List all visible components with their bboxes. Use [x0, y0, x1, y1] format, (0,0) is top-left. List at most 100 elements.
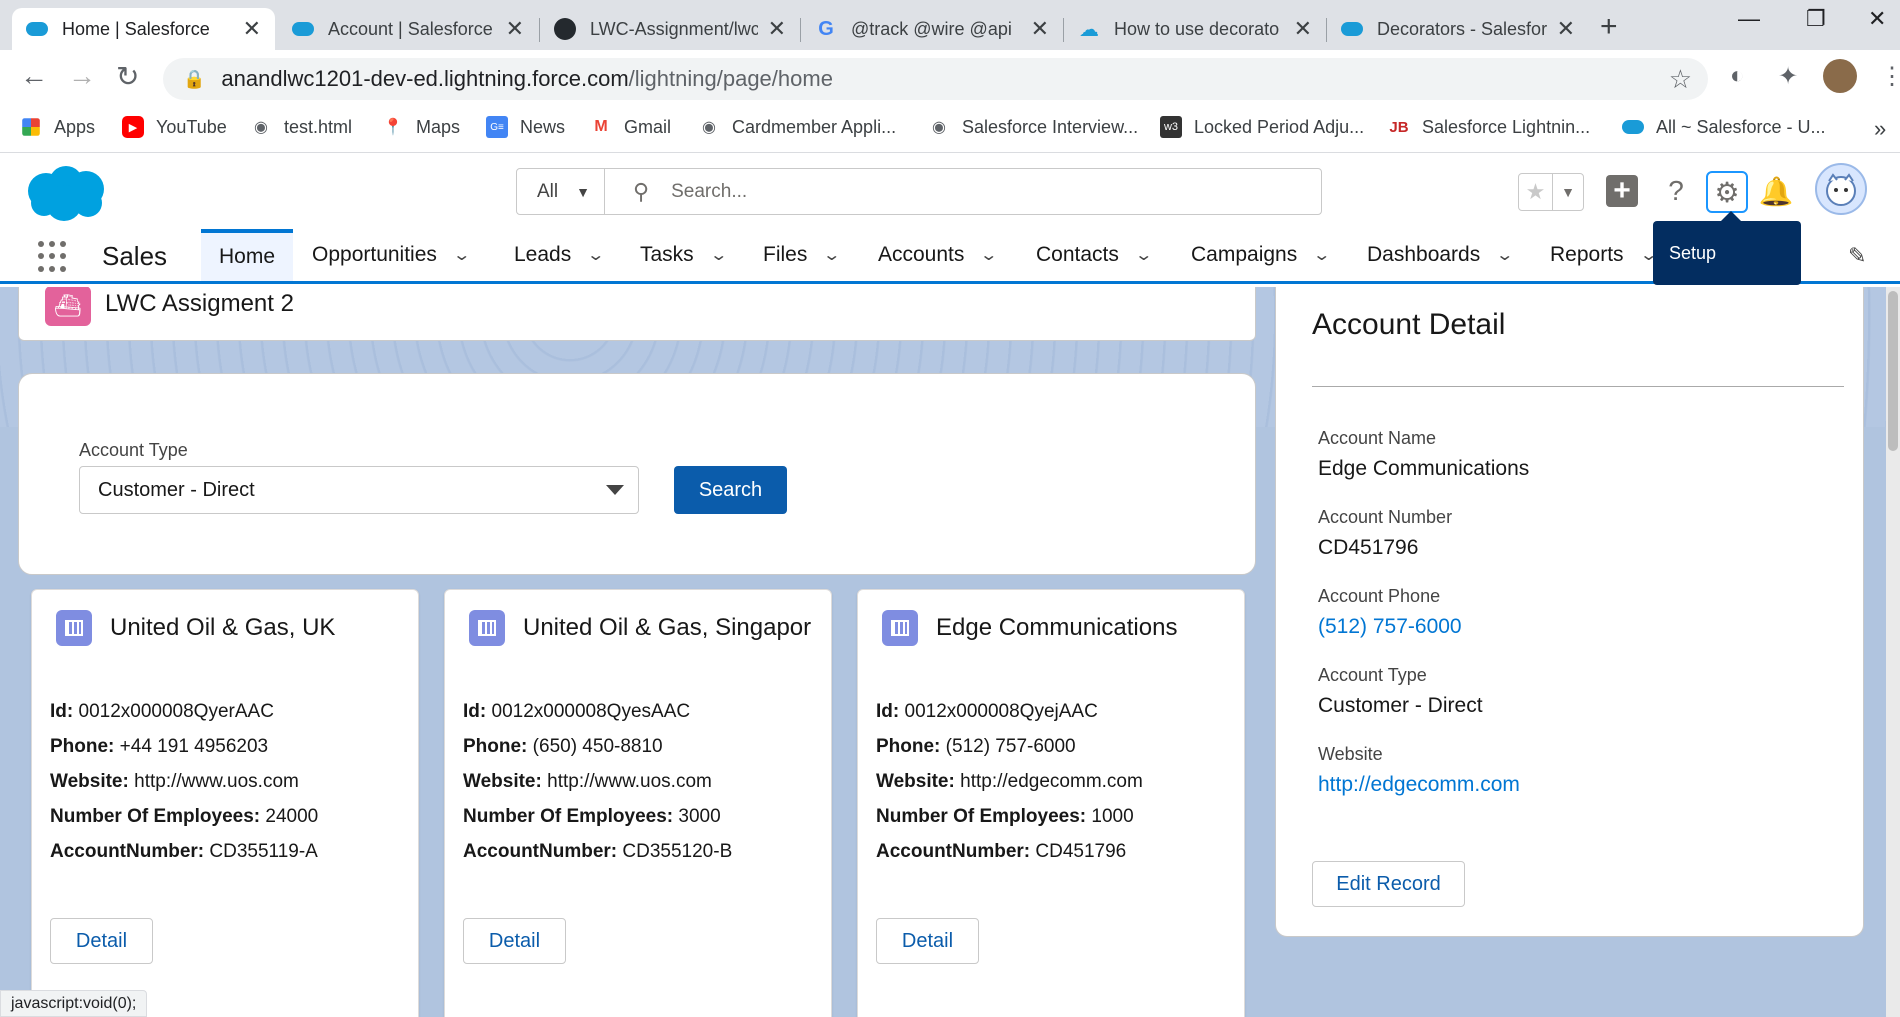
tab-title: How to use decorato — [1114, 18, 1280, 39]
search-input[interactable]: ⚲ Search... — [605, 169, 1321, 214]
salesforce-cloud-icon — [292, 18, 314, 40]
notifications-bell-icon[interactable]: 🔔 — [1756, 171, 1796, 211]
bookmark-youtube[interactable]: ▶ YouTube — [122, 116, 227, 138]
chevron-down-icon[interactable]: ⌄ — [587, 245, 606, 265]
bookmark-sf-interview[interactable]: ◉ Salesforce Interview... — [928, 116, 1138, 138]
bookmark-cardmember[interactable]: ◉ Cardmember Appli... — [698, 116, 896, 138]
detail-button[interactable]: Detail — [463, 918, 566, 964]
salesforce-logo[interactable] — [24, 163, 110, 223]
edit-nav-pencil-icon[interactable]: ✎ — [1848, 243, 1866, 269]
bookmark-apps[interactable]: Apps — [20, 116, 95, 138]
browser-tab-decorators-howto[interactable]: ☁ How to use decorato ✕ — [1064, 8, 1326, 50]
chevron-down-icon[interactable]: ⌄ — [1496, 245, 1515, 265]
website-link[interactable]: http://edgecomm.com — [1318, 773, 1520, 797]
bookmark-sf-lightning[interactable]: JB Salesforce Lightnin... — [1388, 116, 1590, 138]
tab-title: Decorators - Salesfor — [1377, 18, 1547, 39]
favorites-star-icon[interactable]: ★ — [1519, 174, 1553, 210]
nav-item-leads[interactable]: Leads ⌄ — [514, 229, 606, 281]
nav-item-files[interactable]: Files ⌄ — [763, 229, 842, 281]
nav-item-contacts[interactable]: Contacts ⌄ — [1036, 229, 1153, 281]
browser-tab-google[interactable]: G @track @wire @api ✕ — [801, 8, 1063, 50]
reload-icon[interactable]: ↻ — [116, 60, 139, 93]
account-id-row: Id: 0012x000008QyejAAC — [876, 694, 1234, 729]
scrollbar-thumb[interactable] — [1888, 291, 1898, 451]
setup-gear-icon[interactable]: ⚙ — [1706, 171, 1748, 213]
close-icon[interactable]: ✕ — [1294, 16, 1312, 42]
nav-item-reports[interactable]: Reports ⌄ — [1550, 229, 1658, 281]
detail-field-label: Account Phone — [1318, 586, 1441, 606]
account-employees-row: Number Of Employees: 24000 — [50, 799, 408, 834]
close-icon[interactable]: ✕ — [1031, 16, 1049, 42]
new-tab-plus-icon[interactable]: + — [1600, 10, 1618, 44]
close-icon[interactable]: ✕ — [768, 16, 786, 42]
close-window-icon[interactable]: ✕ — [1868, 6, 1886, 32]
browser-tab-github[interactable]: LWC-Assignment/lwc ✕ — [540, 8, 800, 50]
browser-menu-icon[interactable]: ⋮ — [1880, 62, 1900, 91]
search-scope-select[interactable]: All ▼ — [517, 169, 605, 214]
account-tile: United Oil & Gas, UK Id: 0012x000008Qyer… — [31, 589, 419, 1017]
restore-icon[interactable]: ❐ — [1806, 6, 1826, 32]
field-value: CD355120-B — [622, 841, 733, 862]
bookmarks-overflow-icon[interactable]: » — [1874, 116, 1886, 142]
extension-circle-icon[interactable]: ◐ — [1730, 62, 1745, 90]
user-avatar[interactable] — [1815, 163, 1867, 215]
chevron-down-icon[interactable]: ⌄ — [1313, 245, 1332, 265]
nav-item-dashboards[interactable]: Dashboards ⌄ — [1367, 229, 1515, 281]
detail-field-label: Website — [1318, 744, 1383, 764]
address-bar[interactable]: 🔒 anandlwc1201-dev-ed.lightning.force.co… — [163, 58, 1708, 100]
search-button[interactable]: Search — [674, 466, 787, 514]
nav-item-accounts[interactable]: Accounts ⌄ — [878, 229, 999, 281]
account-fields: Id: 0012x000008QyerAAC Phone: +44 191 49… — [50, 694, 408, 869]
app-launcher-icon[interactable] — [38, 241, 70, 273]
salesforce-global-header: All ▼ ⚲ Search... ★ ▼ + ? ⚙ 🔔 — [0, 153, 1900, 229]
bookmark-star-icon[interactable]: ☆ — [1669, 64, 1692, 95]
minimize-icon[interactable]: — — [1738, 6, 1760, 32]
forward-arrow-icon[interactable]: → — [68, 60, 96, 92]
w3-icon: w3 — [1160, 116, 1182, 138]
app-name: Sales — [102, 241, 168, 271]
bookmark-test-html[interactable]: ◉ test.html — [250, 116, 352, 138]
nav-label: Files — [763, 243, 808, 266]
nav-label: Opportunities — [312, 243, 437, 266]
global-actions-plus-icon[interactable]: + — [1606, 175, 1638, 207]
detail-field-value: Edge Communications — [1318, 457, 1530, 480]
chevron-down-icon[interactable]: ⌄ — [980, 245, 999, 265]
detail-field-value: CD451796 — [1318, 536, 1419, 559]
help-question-icon[interactable]: ? — [1656, 171, 1696, 211]
bookmark-gmail[interactable]: M Gmail — [590, 116, 671, 138]
nav-item-opportunities[interactable]: Opportunities ⌄ — [312, 229, 471, 281]
bookmark-all-salesforce[interactable]: All ~ Salesforce - U... — [1622, 116, 1826, 138]
search-placeholder: Search... — [671, 180, 748, 202]
extensions-puzzle-icon[interactable]: ✦ — [1778, 62, 1798, 91]
browser-tab-account-salesforce[interactable]: Account | Salesforce ✕ — [278, 8, 538, 50]
detail-button[interactable]: Detail — [50, 918, 153, 964]
chevron-down-icon[interactable]: ⌄ — [452, 245, 471, 265]
github-icon — [554, 18, 576, 40]
bookmark-locked-period[interactable]: w3 Locked Period Adju... — [1160, 116, 1364, 138]
chevron-down-icon[interactable]: ⌄ — [709, 245, 728, 265]
tab-title: @track @wire @api — [851, 18, 1012, 39]
browser-tab-home-salesforce[interactable]: Home | Salesforce ✕ — [12, 8, 275, 50]
phone-link[interactable]: (512) 757-6000 — [1318, 615, 1462, 639]
salesforce-cloud-icon — [1341, 18, 1363, 40]
bookmark-news[interactable]: G≡ News — [486, 116, 565, 138]
nav-item-tasks[interactable]: Tasks ⌄ — [640, 229, 728, 281]
detail-field-value: Customer - Direct — [1318, 694, 1483, 717]
detail-field-account-number: Account Number CD451796 — [1318, 507, 1452, 560]
account-type-select[interactable]: Customer - Direct — [79, 466, 639, 514]
edit-record-button[interactable]: Edit Record — [1312, 861, 1465, 907]
chevron-down-icon[interactable]: ⌄ — [1134, 245, 1153, 265]
favorites-dropdown-icon[interactable]: ▼ — [1553, 174, 1583, 210]
nav-item-campaigns[interactable]: Campaigns ⌄ — [1191, 229, 1332, 281]
page-scrollbar[interactable] — [1886, 287, 1900, 1017]
close-icon[interactable]: ✕ — [1557, 16, 1575, 42]
profile-avatar[interactable] — [1823, 59, 1857, 93]
nav-item-home[interactable]: Home — [201, 229, 294, 281]
back-arrow-icon[interactable]: ← — [20, 60, 48, 92]
detail-button[interactable]: Detail — [876, 918, 979, 964]
close-icon[interactable]: ✕ — [506, 16, 524, 42]
browser-tab-decorators-salesforce[interactable]: Decorators - Salesfor ✕ — [1327, 8, 1589, 50]
bookmark-maps[interactable]: 📍 Maps — [382, 116, 460, 138]
chevron-down-icon[interactable]: ⌄ — [823, 245, 842, 265]
close-icon[interactable]: ✕ — [243, 16, 261, 42]
